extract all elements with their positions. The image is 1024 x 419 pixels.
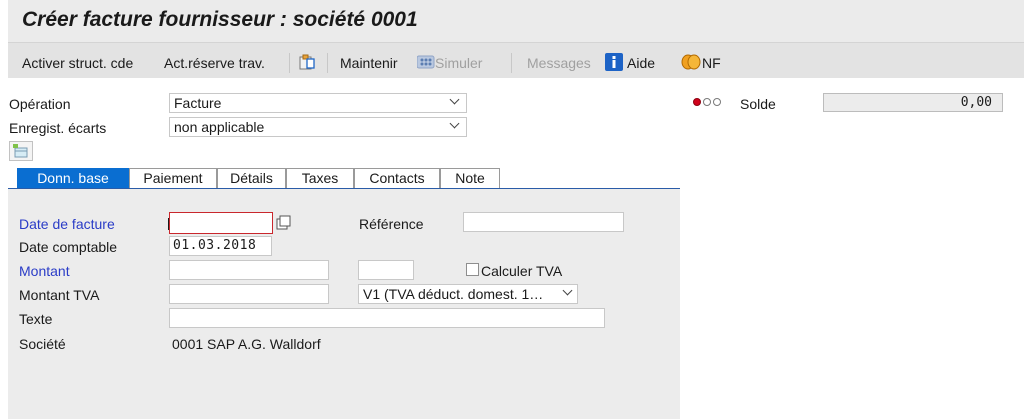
text-cursor xyxy=(168,218,169,230)
act-reserve-trav-button[interactable]: Act.réserve trav. xyxy=(164,55,265,71)
montant-input[interactable] xyxy=(169,260,329,280)
tax-code-value: V1 (TVA déduct. domest. 1… xyxy=(363,286,544,302)
status-yellow-light-icon xyxy=(703,98,711,106)
tab-taxes[interactable]: Taxes xyxy=(286,168,354,188)
toolbar: Activer struct. cde Act.réserve trav. Ma… xyxy=(8,42,1024,79)
simuler-button[interactable]: Simuler xyxy=(435,55,482,71)
chevron-down-icon xyxy=(449,118,460,129)
date-facture-input[interactable] xyxy=(169,212,273,234)
chevron-down-icon xyxy=(449,94,460,105)
date-comptable-label: Date comptable xyxy=(19,239,118,255)
aide-button[interactable]: Aide xyxy=(627,55,655,71)
chevron-down-icon xyxy=(562,285,573,296)
operation-value: Facture xyxy=(174,95,222,111)
toolbar-separator xyxy=(289,53,290,73)
calculer-tva-label: Calculer TVA xyxy=(481,263,563,279)
messages-button[interactable]: Messages xyxy=(527,55,591,71)
toolbar-separator xyxy=(327,53,328,73)
tab-contacts[interactable]: Contacts xyxy=(354,168,440,188)
reference-label: Référence xyxy=(359,216,424,232)
page-title: Créer facture fournisseur : société 0001 xyxy=(22,8,418,31)
montant-label: Montant xyxy=(19,263,70,279)
solde-value: 0,00 xyxy=(823,93,1003,112)
coins-icon[interactable] xyxy=(681,53,703,74)
nf-button[interactable]: NF xyxy=(702,55,721,71)
clipboard-icon[interactable] xyxy=(298,53,316,74)
tab-paiement[interactable]: Paiement xyxy=(129,168,217,188)
calendar-picker-icon[interactable] xyxy=(276,215,292,234)
calculer-tva-checkbox[interactable] xyxy=(466,263,479,276)
operation-dropdown[interactable]: Facture xyxy=(169,93,467,113)
solde-label: Solde xyxy=(740,96,776,112)
societe-label: Société xyxy=(19,336,66,352)
montant-tva-input[interactable] xyxy=(169,284,329,304)
texte-label: Texte xyxy=(19,311,53,327)
date-comptable-input[interactable]: 01.03.2018 xyxy=(169,236,272,256)
tax-code-dropdown[interactable]: V1 (TVA déduct. domest. 1… xyxy=(358,284,578,304)
currency-input[interactable] xyxy=(358,260,414,280)
status-red-light-icon xyxy=(693,98,701,106)
operation-label: Opération xyxy=(9,96,71,112)
montant-tva-label: Montant TVA xyxy=(19,287,100,303)
societe-value: 0001 SAP A.G. Walldorf xyxy=(172,336,321,352)
toolbar-separator xyxy=(511,53,512,73)
tab-note[interactable]: Note xyxy=(440,168,500,188)
status-green-light-icon xyxy=(713,98,721,106)
enregist-ecarts-value: non applicable xyxy=(174,119,265,135)
title-bar: Créer facture fournisseur : société 0001 xyxy=(8,0,1024,42)
texte-input[interactable] xyxy=(169,308,605,328)
tab-details[interactable]: Détails xyxy=(217,168,286,188)
date-facture-label: Date de facture xyxy=(19,216,115,232)
tree-structure-icon[interactable] xyxy=(9,141,33,161)
info-icon[interactable] xyxy=(605,53,623,74)
activer-struct-cde-button[interactable]: Activer struct. cde xyxy=(22,55,133,71)
maintenir-button[interactable]: Maintenir xyxy=(340,55,398,71)
tab-donn-base[interactable]: Donn. base xyxy=(17,168,129,188)
reference-input[interactable] xyxy=(463,212,624,232)
enregist-ecarts-label: Enregist. écarts xyxy=(9,120,107,136)
simulate-icon[interactable] xyxy=(416,54,435,73)
enregist-ecarts-dropdown[interactable]: non applicable xyxy=(169,117,467,137)
